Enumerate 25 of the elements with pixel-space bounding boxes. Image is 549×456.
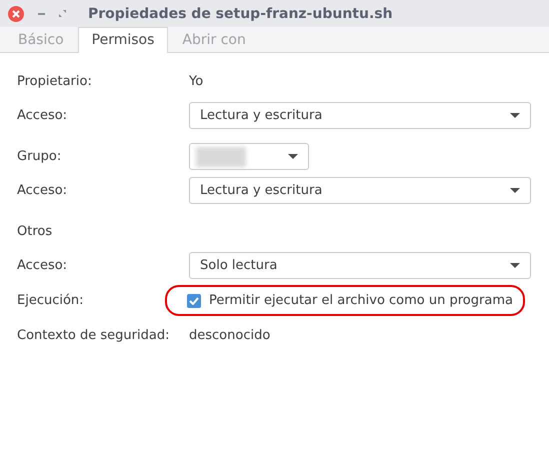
field-label: Contexto de seguridad: (17, 328, 170, 343)
field-label: Acceso: (17, 258, 68, 273)
section-heading: Otros (17, 224, 54, 239)
field-label: Acceso: (17, 183, 68, 198)
checkbox-label: Permitir ejecutar el archivo como un programa (209, 293, 513, 308)
tab[interactable]: Permisos (78, 27, 168, 53)
checkbox[interactable] (187, 294, 201, 308)
restore-icon[interactable] (59, 10, 66, 17)
caret-icon (510, 263, 520, 268)
field-value: desconocido (189, 328, 270, 343)
field-label: Grupo: (17, 149, 62, 164)
window-title: Propiedades de setup-franz-ubuntu.sh (88, 6, 393, 22)
dropdown[interactable]: Lectura y escritura (189, 177, 531, 204)
caret-icon (510, 113, 520, 118)
dropdown[interactable]: Solo lectura (189, 252, 531, 279)
field-label: Propietario: (17, 74, 93, 89)
caret-icon (510, 188, 520, 193)
close-icon[interactable] (8, 6, 24, 22)
caret-icon (288, 154, 298, 159)
dropdown[interactable]: Lectura y escritura (189, 102, 531, 129)
dropdown[interactable] (189, 143, 309, 170)
field-label: Acceso: (17, 108, 68, 123)
field-label: Ejecución: (17, 293, 85, 308)
field-value: Yo (189, 74, 204, 89)
minimize-icon[interactable] (38, 12, 45, 14)
